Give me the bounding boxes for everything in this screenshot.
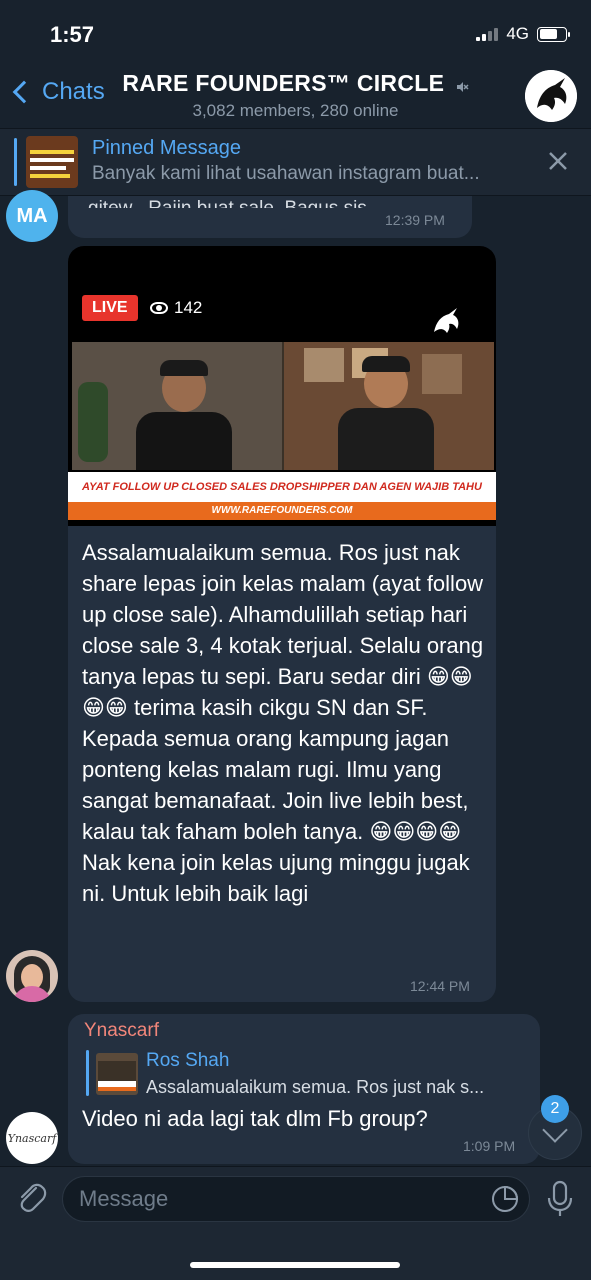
avatar[interactable]: MA xyxy=(6,190,58,242)
back-button[interactable]: Chats xyxy=(10,78,105,106)
pinned-label: Pinned Message xyxy=(92,137,241,159)
video-scene xyxy=(72,342,494,470)
avatar[interactable] xyxy=(6,950,58,1002)
message-text: Assalamualaikum semua. Ros just nak shar… xyxy=(82,540,484,906)
pinned-message-bar[interactable] xyxy=(0,128,591,196)
mute-icon xyxy=(456,81,469,92)
message-text: gitew . Rajin buat sale. Bagus sis xyxy=(88,198,367,208)
view-count: 142 xyxy=(150,298,202,318)
sticker-icon[interactable] xyxy=(490,1184,520,1214)
pinned-thumbnail xyxy=(26,136,78,188)
quote-author[interactable]: Ros Shah xyxy=(146,1050,229,1072)
home-indicator xyxy=(190,1262,400,1268)
unread-badge: 2 xyxy=(541,1095,569,1123)
group-avatar[interactable] xyxy=(525,70,577,122)
video-url: WWW.RAREFOUNDERS.COM xyxy=(68,502,496,520)
message-time: 12:44 PM xyxy=(410,978,470,994)
quote-text[interactable]: Assalamualaikum semua. Ros just nak s... xyxy=(146,1077,528,1098)
battery-icon xyxy=(537,26,570,42)
video-caption: AYAT FOLLOW UP CLOSED SALES DROPSHIPPER … xyxy=(68,472,496,502)
status-indicators: 4G xyxy=(476,24,570,44)
network-label: 4G xyxy=(506,24,529,43)
view-count-value: 142 xyxy=(174,298,203,317)
pinned-indicator xyxy=(14,138,17,186)
message-time: 12:39 PM xyxy=(385,212,445,228)
message-author[interactable]: Ynascarf xyxy=(84,1020,159,1042)
chevron-left-icon xyxy=(12,80,36,104)
live-badge: LIVE xyxy=(82,295,138,321)
quote-thumbnail xyxy=(96,1053,138,1095)
avatar[interactable]: Ynascarf xyxy=(6,1112,58,1164)
eye-icon xyxy=(150,302,168,314)
unicorn-logo-icon xyxy=(434,308,459,333)
pinned-text: Banyak kami lihat usahawan instagram bua… xyxy=(92,163,480,184)
unicorn-logo-icon xyxy=(525,70,577,122)
close-icon[interactable] xyxy=(547,150,569,172)
back-label: Chats xyxy=(42,78,105,105)
paperclip-icon[interactable] xyxy=(14,1180,48,1216)
message-text: Video ni ada lagi tak dlm Fb group? xyxy=(82,1106,428,1131)
quote-indicator xyxy=(86,1050,89,1096)
status-time: 1:57 xyxy=(50,22,95,47)
message-input[interactable] xyxy=(62,1176,530,1222)
microphone-icon[interactable] xyxy=(546,1180,574,1218)
chat-header: RARE FOUNDERS™ CIRCLE 3,082 members, 280… xyxy=(0,58,591,128)
chat-title: RARE FOUNDERS™ CIRCLE xyxy=(122,70,445,96)
message-time: 1:09 PM xyxy=(463,1138,516,1154)
signal-icon xyxy=(476,27,499,41)
